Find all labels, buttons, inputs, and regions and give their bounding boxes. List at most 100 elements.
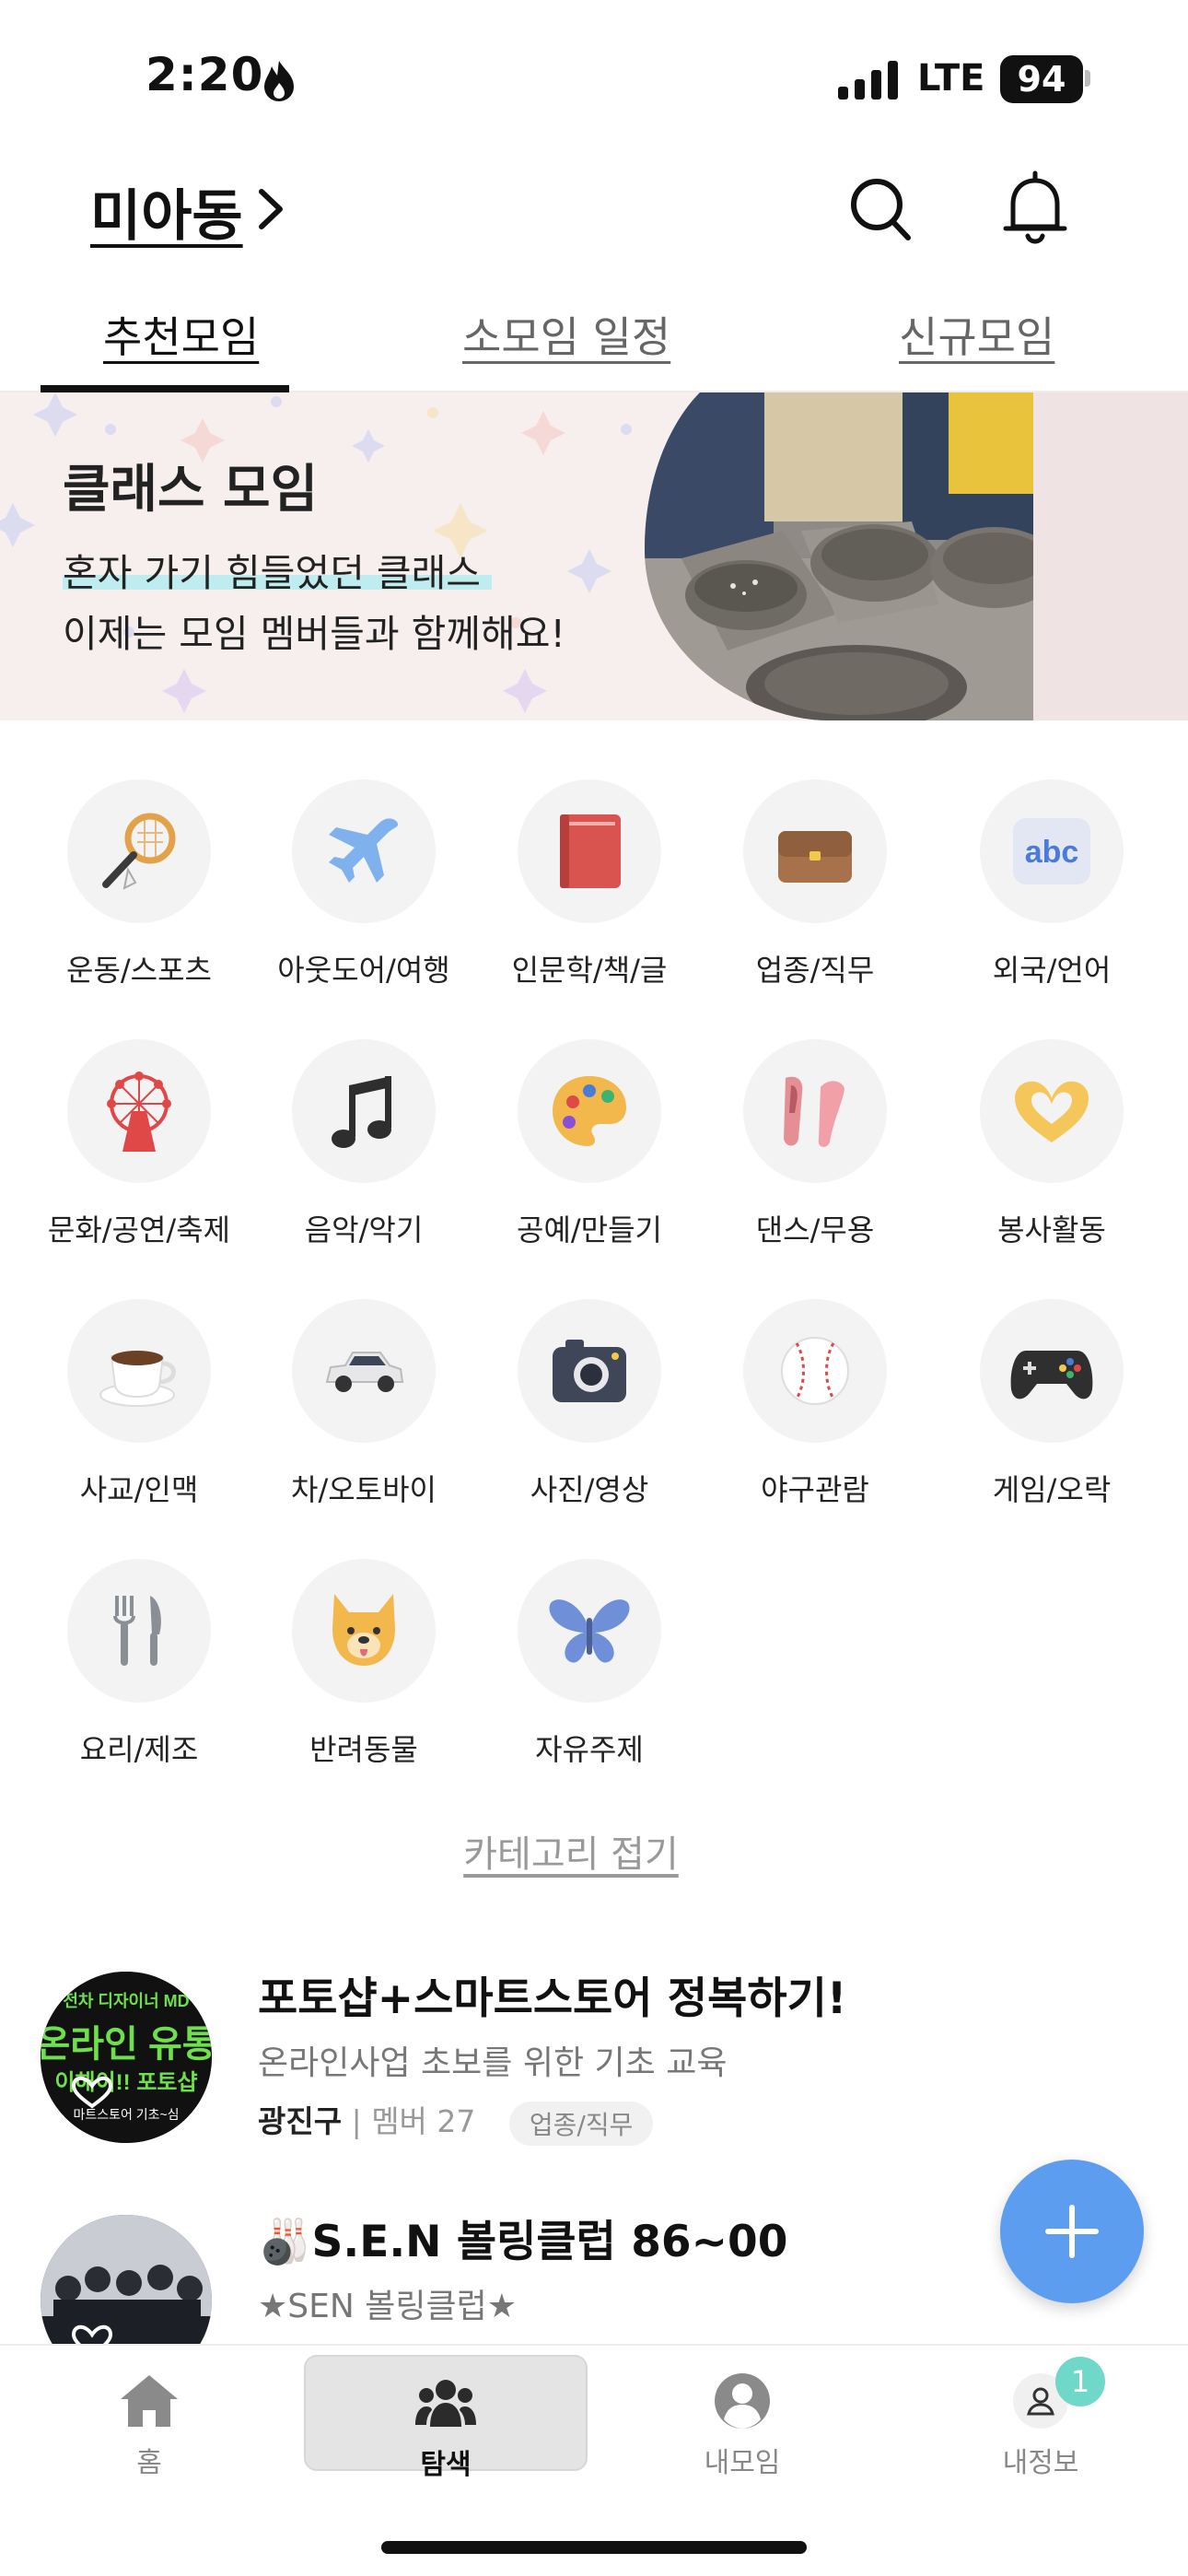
nav-my-info[interactable]: 내정보	[903, 2355, 1179, 2479]
battery-tip	[1085, 70, 1090, 87]
location-selector[interactable]: 미아동	[90, 171, 243, 252]
nav-label: 홈	[136, 2447, 162, 2479]
gamepad-icon	[1010, 1351, 1093, 1399]
category-label: 야구관람	[761, 1472, 869, 1507]
thumbnail-text-1: 전차 디자이너 MD	[63, 1992, 189, 2010]
category-business[interactable]: 업종/직무	[709, 779, 921, 989]
category-label: 공예/만들기	[517, 1212, 662, 1247]
svg-text:abc: abc	[1025, 835, 1079, 870]
category-label: 사교/인맥	[79, 1472, 199, 1507]
flame-icon	[264, 61, 294, 101]
tab-bar: 추천모임 소모임 일정 신규모임	[0, 295, 1188, 392]
network-label: LTE	[917, 57, 985, 100]
meetup-thumbnail[interactable]: 전차 디자이너 MD 온라인 유통 이해이!! 포토샵 마트스토어 기초~심	[41, 1972, 212, 2143]
meetup-description: ★SEN 볼링클럽★	[258, 2288, 517, 2325]
baseball-icon	[781, 1337, 849, 1405]
nav-label: 탐색	[420, 2449, 472, 2481]
ferris-wheel-icon	[107, 1071, 171, 1152]
category-label: 문화/공연/축제	[47, 1212, 231, 1247]
tab-recommended[interactable]: 추천모임	[103, 304, 259, 365]
home-icon	[121, 2375, 178, 2427]
badminton-icon	[102, 813, 176, 890]
category-label: 자유주제	[535, 1732, 644, 1767]
nav-home[interactable]: 홈	[11, 2355, 287, 2479]
category-crafts[interactable]: 공예/만들기	[483, 1039, 695, 1249]
status-time: 2:20	[146, 48, 264, 101]
category-label: 차/오토바이	[291, 1472, 437, 1507]
thumbnail-text-4: 마트스토어 기초~심	[73, 2107, 179, 2122]
banner-line-1: 혼자 가기 힘들었던 클래스	[63, 551, 482, 595]
category-label: 게임/오락	[992, 1472, 1112, 1507]
category-label: 요리/제조	[79, 1732, 199, 1767]
category-cooking[interactable]: 요리/제조	[33, 1559, 245, 1769]
category-label: 음악/악기	[304, 1212, 424, 1247]
meetup-description: 온라인사업 초보를 위한 기초 교육	[258, 2044, 728, 2082]
category-outdoor[interactable]: 아웃도어/여행	[258, 779, 470, 989]
category-label: 반려동물	[309, 1732, 418, 1767]
meetup-members: | 멤버 27	[351, 2103, 476, 2139]
butterfly-icon	[549, 1599, 630, 1663]
bell-icon[interactable]	[1002, 170, 1068, 247]
meetup-title[interactable]: 🎳S.E.N 볼링클럽 86~00	[258, 2206, 787, 2269]
banner-next-slide	[1033, 392, 1188, 720]
status-bar: 2:20 LTE 94	[0, 0, 1188, 157]
category-label: 사진/영상	[530, 1472, 649, 1507]
category-label: 업종/직무	[755, 953, 875, 988]
category-dance[interactable]: 댄스/무용	[709, 1039, 921, 1249]
category-label: 운동/스포츠	[66, 953, 212, 988]
tab-indicator	[41, 385, 289, 392]
briefcase-icon	[778, 831, 852, 883]
nav-label: 내정보	[1002, 2447, 1079, 2479]
signal-icon	[838, 61, 898, 100]
nav-explore[interactable]: 탐색	[304, 2355, 588, 2481]
palette-icon	[553, 1076, 626, 1146]
category-sports[interactable]: 운동/스포츠	[33, 779, 245, 989]
category-baseball[interactable]: 야구관람	[709, 1299, 921, 1509]
category-pets[interactable]: 반려동물	[258, 1559, 470, 1769]
category-label: 아웃도어/여행	[277, 953, 450, 988]
category-label: 봉사활동	[997, 1212, 1106, 1247]
book-icon	[560, 814, 621, 888]
category-social[interactable]: 사교/인맥	[33, 1299, 245, 1509]
tab-schedule[interactable]: 소모임 일정	[462, 304, 670, 365]
nav-label: 내모임	[704, 2447, 781, 2479]
category-label: 댄스/무용	[755, 1212, 875, 1247]
category-language[interactable]: abc 외국/언어	[946, 779, 1158, 989]
category-humanities[interactable]: 인문학/책/글	[483, 779, 695, 989]
user-circle-icon	[715, 2373, 770, 2429]
category-cars[interactable]: 차/오토바이	[258, 1299, 470, 1509]
music-note-icon	[332, 1076, 391, 1148]
ballet-shoes-icon	[784, 1076, 844, 1147]
abc-icon: abc	[1013, 818, 1090, 884]
create-meetup-button[interactable]	[1000, 2160, 1144, 2303]
meetup-title[interactable]: 포토샵+스마트스토어 정복하기!	[258, 1962, 846, 2026]
class-banner[interactable]: 클래스 모임 혼자 가기 힘들었던 클래스 이제는 모임 멤버들과 함께해요!	[0, 392, 1188, 720]
category-games[interactable]: 게임/오락	[946, 1299, 1158, 1509]
meetup-category-tag: 업종/직무	[508, 2101, 654, 2146]
people-group-icon	[415, 2380, 476, 2427]
camera-icon	[553, 1340, 626, 1402]
search-icon[interactable]	[847, 173, 914, 243]
collapse-categories-link[interactable]: 카테고리 접기	[0, 1824, 1142, 1878]
banner-title: 클래스 모임	[63, 460, 319, 520]
category-volunteer[interactable]: 봉사활동	[946, 1039, 1158, 1249]
banner-line-2: 이제는 모임 멤버들과 함께해요!	[63, 612, 565, 656]
category-culture[interactable]: 문화/공연/축제	[33, 1039, 245, 1249]
category-photo[interactable]: 사진/영상	[483, 1299, 695, 1509]
meetup-host: 광진구	[258, 2103, 343, 2139]
home-indicator	[381, 2541, 807, 2554]
dog-icon	[332, 1594, 395, 1666]
tab-new[interactable]: 신규모임	[899, 304, 1054, 365]
fork-knife-icon	[113, 1596, 161, 1666]
chevron-right-icon[interactable]	[254, 184, 287, 234]
nav-my-meetups[interactable]: 내모임	[604, 2355, 880, 2479]
category-free[interactable]: 자유주제	[483, 1559, 695, 1769]
category-music[interactable]: 음악/악기	[258, 1039, 470, 1249]
heart-hands-icon	[1015, 1081, 1089, 1142]
meetup-thumbnail-image: 전차 디자이너 MD 온라인 유통 이해이!! 포토샵 마트스토어 기초~심	[41, 1972, 212, 2143]
thumbnail-text-2: 온라인 유통	[41, 2024, 212, 2065]
meetup-meta: 광진구 | 멤버 27 업종/직무	[258, 2097, 654, 2146]
category-label: 외국/언어	[992, 953, 1112, 988]
airplane-icon	[329, 818, 399, 883]
category-label: 인문학/책/글	[511, 953, 668, 988]
